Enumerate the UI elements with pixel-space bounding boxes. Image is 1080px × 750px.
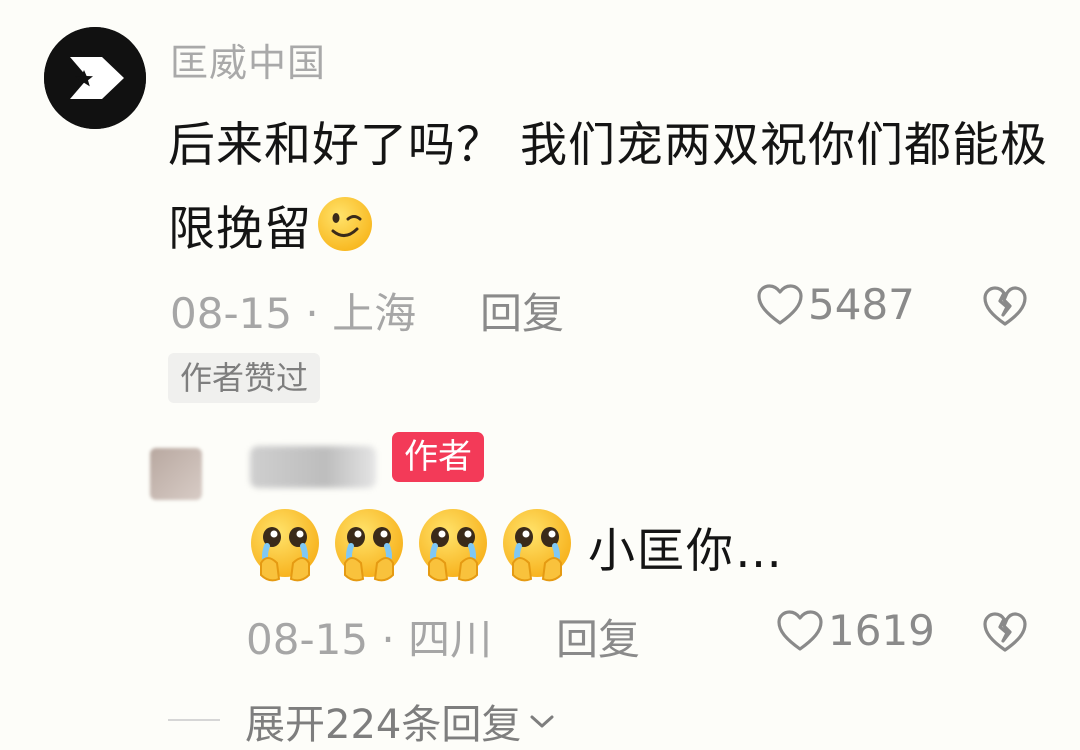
comment-text: 后来和好了吗？ 我们宠两双祝你们都能极限挽留 <box>168 118 1048 257</box>
reply-date-location: 08-15 · 四川 <box>246 615 493 664</box>
reply-emoji-row <box>245 505 581 585</box>
reply-button[interactable]: 回复 <box>480 280 564 341</box>
reply-like-count: 1619 <box>828 606 935 655</box>
converse-avatar[interactable] <box>44 27 146 129</box>
pleading-face-icon <box>419 509 487 582</box>
heart-icon <box>757 283 803 325</box>
converse-logo-icon <box>44 27 146 129</box>
commenter-username[interactable]: 匡威中国 <box>170 32 326 87</box>
wink-face-icon <box>318 197 372 251</box>
pleading-face-icon <box>335 509 403 582</box>
like-count: 5487 <box>808 280 915 329</box>
broken-heart-icon <box>983 286 1027 326</box>
pleading-face-icon <box>503 509 571 582</box>
reply-like-button[interactable]: 1619 <box>776 606 935 655</box>
like-button[interactable]: 5487 <box>756 280 915 329</box>
reply-text: 小匡你… <box>588 524 784 579</box>
expand-replies-label: 展开224条回复 <box>245 702 522 748</box>
reply-username-blurred[interactable] <box>250 446 376 488</box>
pleading-face-icon <box>251 509 319 582</box>
broken-heart-icon <box>983 612 1027 652</box>
heart-icon <box>777 609 823 651</box>
comment-body: 后来和好了吗？ 我们宠两双祝你们都能极限挽留 <box>168 104 1048 272</box>
reply-dislike-button[interactable] <box>982 610 1028 658</box>
comment-date-location: 08-15 · 上海 <box>170 289 417 338</box>
reply-avatar[interactable] <box>150 448 202 500</box>
dislike-button[interactable] <box>982 284 1028 332</box>
author-badge: 作者 <box>392 432 484 482</box>
chevron-down-icon <box>530 715 554 728</box>
expand-divider <box>168 719 220 721</box>
reply-reply-button[interactable]: 回复 <box>556 606 640 667</box>
expand-replies-button[interactable]: 展开224条回复 <box>245 692 557 750</box>
author-liked-tag: 作者赞过 <box>168 353 321 403</box>
